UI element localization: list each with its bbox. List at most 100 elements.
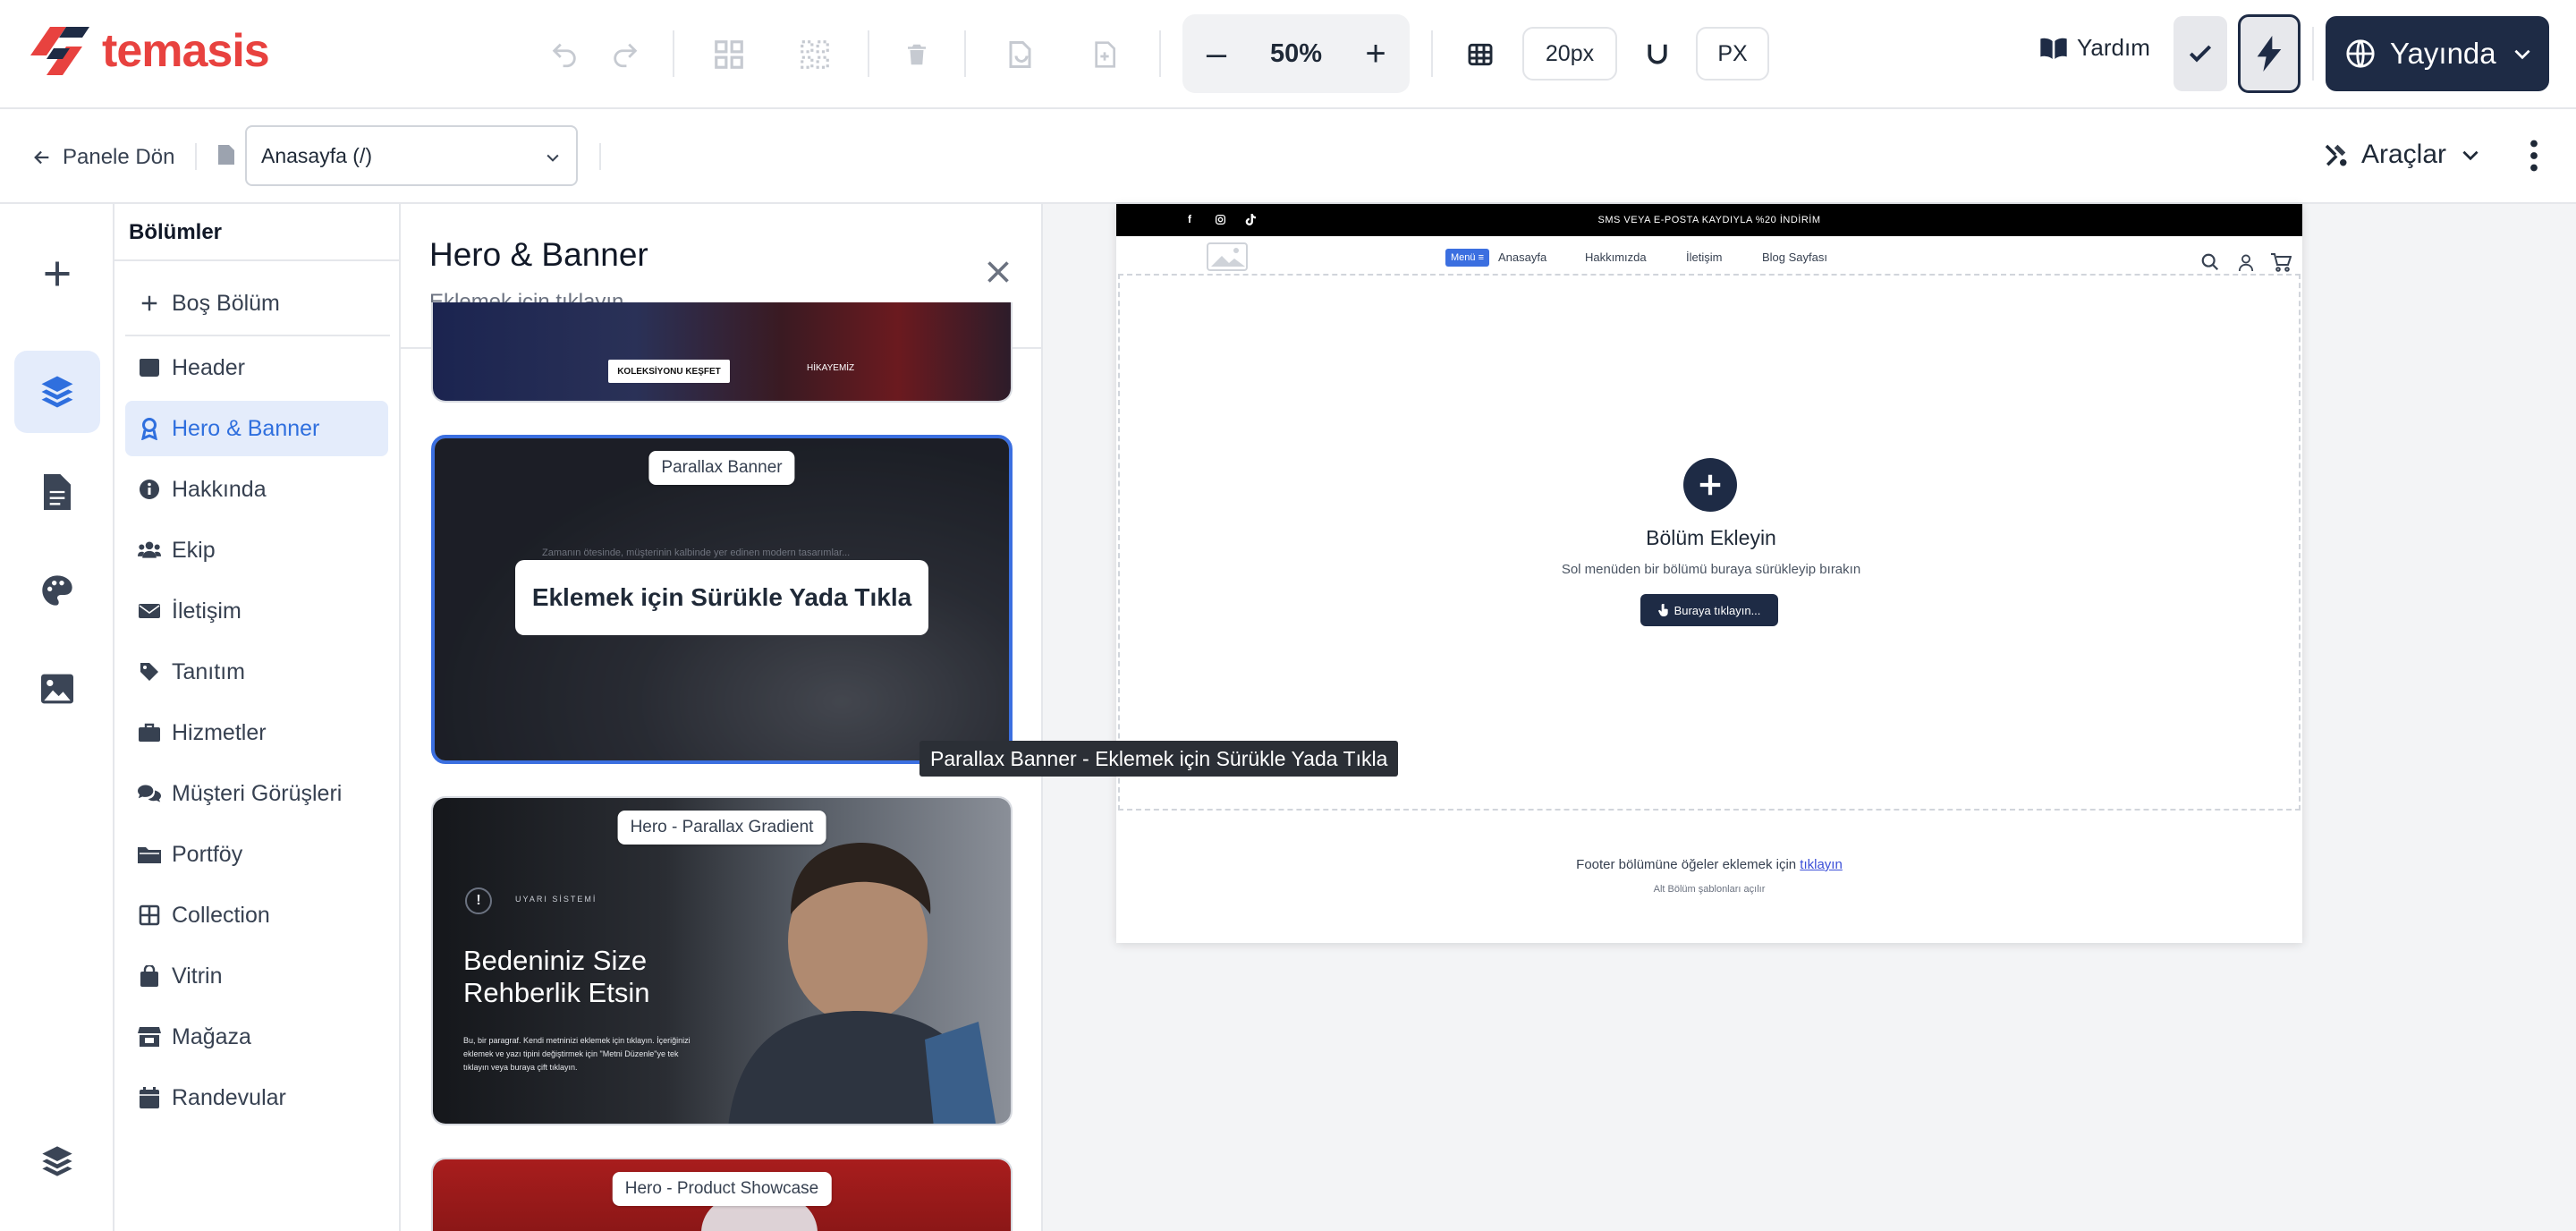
cart-icon[interactable] (2270, 252, 2292, 272)
menu-badge[interactable]: Menü ≡ (1445, 249, 1489, 267)
nav-link[interactable]: Blog Sayfası (1762, 250, 1827, 264)
template-label: Hero - Parallax Gradient (617, 811, 826, 845)
section-item-bos-bolum[interactable]: Boş Bölüm (125, 276, 388, 331)
back-to-panel-link[interactable]: Panele Dön (32, 145, 174, 170)
preview-navbar[interactable]: Menü ≡ Anasayfa Hakkımızda İletişim Blog… (1116, 236, 2302, 276)
redo-icon[interactable] (605, 34, 646, 75)
sections-button[interactable] (14, 351, 100, 433)
toolbar-divider (673, 30, 674, 77)
footer-prompt-link[interactable]: tıklayın (1800, 857, 1843, 872)
more-options-icon[interactable] (2528, 140, 2540, 172)
publish-button[interactable]: Yayında (2326, 16, 2549, 91)
alert-icon: ! (465, 887, 492, 914)
zoom-in-button[interactable]: + (1342, 14, 1410, 93)
header-icon (138, 356, 161, 379)
sections-title: Bölümler (129, 220, 223, 244)
footer-prompt-text: Footer bölümüne öğeler eklemek için (1576, 857, 1797, 872)
layers-panel-button[interactable] (14, 1120, 100, 1202)
divider (599, 143, 601, 170)
click-here-button[interactable]: Buraya tıklayın... (1640, 594, 1778, 626)
section-item-ekip[interactable]: Ekip (125, 522, 388, 578)
tools-label: Araçlar (2361, 140, 2447, 169)
add-template-cta[interactable]: Eklemek için Sürükle Yada Tıkla (515, 560, 928, 635)
brand-name: temasis (102, 25, 270, 77)
brand-logo[interactable]: temasis (27, 21, 270, 81)
save-check-button[interactable] (2174, 16, 2227, 91)
empty-title: Bölüm Ekleyin (1646, 526, 1776, 549)
logo-placeholder-icon[interactable] (1206, 242, 1249, 274)
section-item-randevular[interactable]: Randevular (125, 1070, 388, 1125)
section-label: Tanıtım (172, 658, 245, 684)
help-label: Yardım (2077, 34, 2150, 61)
help-link[interactable]: Yardım (2039, 34, 2150, 62)
template-label: Parallax Banner (648, 451, 795, 485)
thumbnail-button: KOLEKSİYONU KEŞFET (608, 360, 730, 383)
section-item-header[interactable]: Header (125, 340, 388, 395)
section-label: Portföy (172, 841, 243, 867)
stack-icon (42, 1146, 72, 1176)
chevron-down-icon (2514, 49, 2530, 60)
quick-action-button[interactable] (2238, 14, 2301, 93)
sections-panel: Bölümler Boş Bölüm Header Hero & Banner … (114, 204, 401, 1231)
media-button[interactable] (14, 648, 100, 730)
section-item-portfoy[interactable]: Portföy (125, 827, 388, 882)
info-icon (138, 478, 161, 501)
publish-label: Yayında (2390, 37, 2496, 70)
add-element-button[interactable] (14, 233, 100, 315)
section-label: Müşteri Görüşleri (172, 780, 343, 806)
add-section-button[interactable] (1683, 458, 1737, 512)
table-grid-icon[interactable] (1460, 34, 1501, 75)
search-icon[interactable] (2200, 252, 2220, 272)
section-item-iletisim[interactable]: İletişim (125, 583, 388, 639)
toolbar-divider (1431, 30, 1433, 77)
file-icon (44, 474, 71, 510)
close-icon[interactable] (982, 256, 1014, 288)
section-item-hizmetler[interactable]: Hizmetler (125, 705, 388, 760)
thumbnail-heading-line: Rehberlik Etsin (463, 977, 650, 1008)
grid-size-field[interactable]: 20px (1522, 27, 1617, 81)
pages-button[interactable] (14, 451, 100, 533)
dotted-grid-icon[interactable] (794, 34, 835, 75)
folder-icon (138, 843, 161, 866)
template-card-parallax-gradient[interactable]: ! UYARI SİSTEMİ Bedeniniz Size Rehberlik… (431, 796, 1013, 1125)
tag-icon (138, 660, 161, 683)
section-item-hakkinda[interactable]: Hakkında (125, 462, 388, 517)
add-file-icon[interactable] (1084, 34, 1125, 75)
page-file-icon (218, 145, 234, 165)
thumbnail-link: HİKAYEMİZ (807, 363, 855, 373)
thumbnail-faint-text: Zamanın ötesinde, müşterinin kalbinde ye… (542, 548, 851, 558)
nav-link[interactable]: İletişim (1686, 250, 1722, 264)
trash-icon[interactable] (896, 34, 937, 75)
plus-icon (138, 292, 161, 315)
magnet-icon[interactable] (1637, 34, 1678, 75)
footer-prompt: Footer bölümüne öğeler eklemek için tıkl… (1116, 857, 2302, 872)
page-select[interactable]: Anasayfa (/) (245, 125, 578, 186)
thumbnail-heading: Bedeniniz Size Rehberlik Etsin (463, 945, 649, 1009)
back-label: Panele Dön (63, 145, 175, 169)
theme-button[interactable] (14, 549, 100, 632)
section-item-tanitim[interactable]: Tanıtım (125, 644, 388, 700)
section-item-hero-banner[interactable]: Hero & Banner (125, 401, 388, 456)
announcement-bar[interactable]: f SMS VEYA E-POSTA KAYDIYLA %20 İNDİRİM (1116, 204, 2302, 236)
layout-grid-icon[interactable] (708, 34, 750, 75)
template-card[interactable]: KOLEKSİYONU KEŞFET HİKAYEMİZ (431, 302, 1013, 403)
undo-icon[interactable] (544, 34, 585, 75)
section-item-collection[interactable]: Collection (125, 887, 388, 943)
section-item-vitrin[interactable]: Vitrin (125, 948, 388, 1004)
zoom-out-button[interactable]: – (1182, 14, 1250, 93)
calendar-icon (138, 1086, 161, 1109)
empty-section-dropzone[interactable]: Bölüm Ekleyin Sol menüden bir bölümü bur… (1118, 274, 2301, 811)
tools-menu[interactable]: Araçlar (2322, 140, 2482, 170)
section-item-magaza[interactable]: Mağaza (125, 1009, 388, 1065)
unit-toggle[interactable]: PX (1696, 27, 1769, 81)
template-card-product-showcase[interactable]: Hero - Product Showcase (431, 1158, 1013, 1231)
section-label: Ekip (172, 537, 216, 563)
section-label: İletişim (172, 598, 242, 624)
copy-style-icon[interactable] (998, 34, 1039, 75)
section-item-musteri-gorusleri[interactable]: Müşteri Görüşleri (125, 766, 388, 821)
zoom-level: 50% (1269, 38, 1323, 68)
user-icon[interactable] (2238, 254, 2254, 272)
template-card-parallax-banner[interactable]: Zamanın ötesinde, müşterinin kalbinde ye… (431, 435, 1013, 764)
nav-link[interactable]: Anasayfa (1498, 250, 1546, 264)
nav-link[interactable]: Hakkımızda (1585, 250, 1647, 264)
